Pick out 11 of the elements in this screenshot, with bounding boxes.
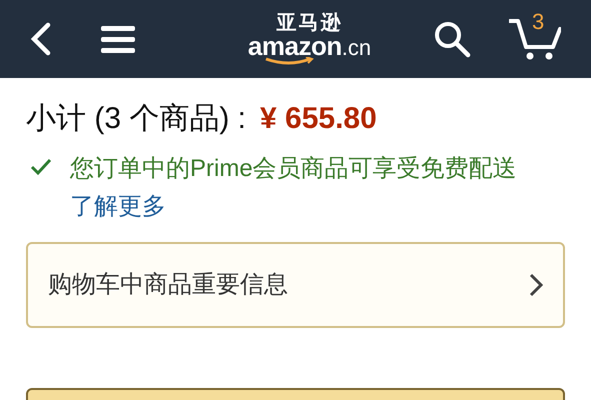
- subtotal-label: 小计 (3 个商品) :: [26, 104, 246, 134]
- search-icon[interactable]: [433, 20, 471, 58]
- menu-icon[interactable]: [100, 24, 136, 54]
- info-card[interactable]: 购物车中商品重要信息: [26, 242, 565, 328]
- back-icon[interactable]: [30, 22, 52, 56]
- check-icon: [30, 158, 52, 176]
- learn-more-link[interactable]: 了解更多: [70, 193, 166, 220]
- prime-notice: 您订单中的Prime会员商品可享受免费配送 了解更多: [70, 154, 518, 222]
- subtotal-price: ¥ 655.80: [260, 104, 377, 134]
- chevron-icon: [529, 273, 543, 297]
- logo[interactable]: 亚马逊 amazon.cn: [248, 13, 372, 65]
